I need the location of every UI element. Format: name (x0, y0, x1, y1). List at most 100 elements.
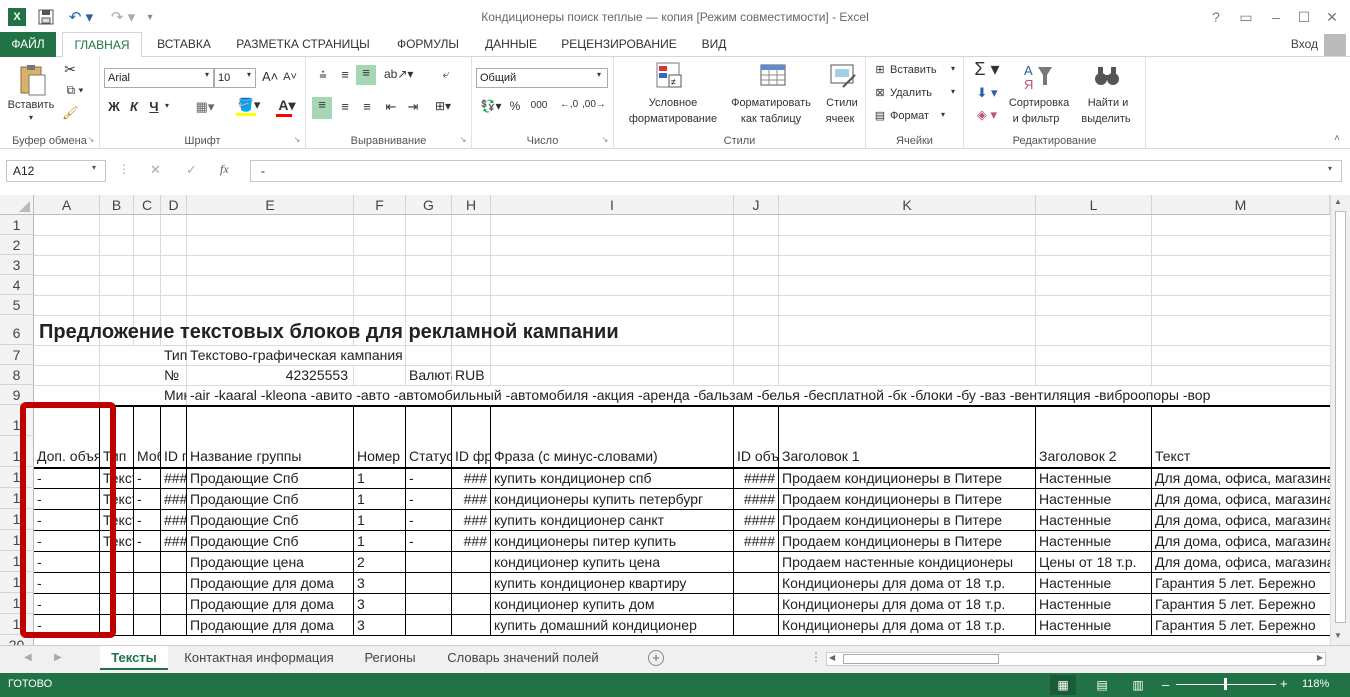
table-cell[interactable]: Настенные (1036, 573, 1151, 593)
wrap-text-icon[interactable]: ⤶ (434, 67, 458, 82)
table-cell[interactable]: 3 (354, 615, 405, 635)
table-cell[interactable]: - (134, 489, 160, 509)
align-center-icon[interactable]: ≡ (336, 99, 354, 114)
cell-e9[interactable]: -air -kaaral -kleona -авито -авто -автом… (187, 385, 1330, 405)
column-header-m[interactable]: M (1152, 195, 1330, 215)
column-header-f[interactable]: F (354, 195, 406, 215)
table-cell[interactable]: ### (161, 489, 186, 509)
vertical-scrollbar[interactable]: ▲ ▼ (1330, 195, 1350, 645)
paste-dropdown-icon[interactable]: ▾ (26, 113, 36, 122)
format-cells-button[interactable]: Формат (890, 110, 940, 122)
align-top-icon[interactable]: ⩮ (314, 67, 332, 83)
sheet-tab-dictionary[interactable]: Словарь значений полей (436, 646, 610, 670)
table-cell[interactable]: кондиционер купить цена (491, 552, 733, 572)
table-cell[interactable]: Продающие Спб (187, 489, 353, 509)
find-select-icon[interactable] (1092, 61, 1122, 91)
dialog-launcher-icon[interactable]: ↘ (86, 135, 96, 144)
table-cell[interactable]: ### (161, 468, 186, 488)
shrink-font-icon[interactable]: A˅ (282, 71, 298, 83)
align-right-icon[interactable]: ≡ (358, 99, 376, 114)
table-header-cell[interactable]: Название группы (187, 446, 353, 466)
increase-indent-icon[interactable]: ⇥ (404, 99, 422, 115)
format-as-table-label-1[interactable]: Форматировать (726, 97, 816, 109)
row-header[interactable]: 4 (0, 275, 34, 295)
autosum-icon[interactable]: Σ ▾ (972, 59, 1002, 80)
cell-styles-label-1[interactable]: Стили (820, 97, 864, 109)
table-cell[interactable]: - (406, 489, 451, 509)
sort-filter-button[interactable]: и фильтр (1004, 113, 1068, 125)
cancel-entry-icon[interactable]: ✕ (150, 162, 161, 178)
select-all-corner[interactable] (0, 195, 34, 215)
column-header-d[interactable]: D (161, 195, 187, 215)
table-cell[interactable]: Продаем настенные кондиционеры (779, 552, 1035, 572)
tab-review[interactable]: РЕЦЕНЗИРОВАНИЕ (556, 32, 682, 57)
find-select-button[interactable]: выделить (1076, 113, 1136, 125)
clear-icon[interactable]: ◈ ▾ (972, 107, 1002, 123)
sheet-tab-contacts[interactable]: Контактная информация (174, 646, 344, 670)
close-button[interactable]: ✕ (1320, 6, 1344, 28)
table-cell[interactable]: - (134, 510, 160, 530)
table-header-cell[interactable]: ID фразы (452, 446, 490, 466)
table-cell[interactable]: купить кондиционер санкт (491, 510, 733, 530)
table-cell[interactable]: ### (161, 531, 186, 551)
font-name-dropdown-icon[interactable]: ▾ (202, 70, 212, 79)
column-header-h[interactable]: H (452, 195, 491, 215)
scroll-sheets-right-icon[interactable]: ▶ (54, 652, 62, 663)
table-cell[interactable]: купить кондиционер спб (491, 468, 733, 488)
page-layout-view-icon[interactable]: ▤ (1092, 675, 1112, 695)
table-header-cell[interactable]: Номер (354, 446, 405, 466)
table-cell[interactable]: Продаем кондиционеры в Питере (779, 489, 1035, 509)
ribbon-display-icon[interactable]: ▭ (1234, 6, 1258, 28)
table-cell[interactable]: Продающие Спб (187, 510, 353, 530)
find-select-label-1[interactable]: Найти и (1076, 97, 1140, 109)
table-cell[interactable]: Продающие для дома (187, 573, 353, 593)
underline-dropdown-icon[interactable]: ▾ (162, 101, 172, 110)
table-cell[interactable]: #### (734, 489, 778, 509)
normal-view-icon[interactable]: ▦ (1050, 675, 1076, 695)
insert-cells-icon[interactable]: ⊞ (872, 63, 888, 76)
tab-file[interactable]: ФАЙЛ (0, 32, 56, 57)
cell-styles-button[interactable]: ячеек (818, 113, 862, 125)
table-cell[interactable]: #### (734, 531, 778, 551)
table-cell[interactable]: купить домашний кондиционер (491, 615, 733, 635)
name-box[interactable]: A12 (6, 160, 106, 182)
scroll-right-icon[interactable]: ▶ (1317, 653, 1323, 662)
grow-font-icon[interactable]: A˄ (262, 69, 278, 84)
sort-filter-label-1[interactable]: Сортировка (1002, 97, 1076, 109)
row-header[interactable]: 3 (0, 255, 34, 275)
name-box-dropdown-icon[interactable]: ▾ (92, 163, 96, 172)
table-cell[interactable]: купить кондиционер квартиру (491, 573, 733, 593)
conditional-formatting-button[interactable]: форматирование (618, 113, 728, 125)
table-cell[interactable]: Продаем кондиционеры в Питере (779, 531, 1035, 551)
table-header-cell[interactable]: ID группы (161, 446, 186, 466)
scroll-up-icon[interactable]: ▲ (1334, 197, 1342, 206)
currency-icon[interactable]: 💱▾ (478, 99, 504, 113)
table-cell[interactable]: ### (452, 510, 490, 530)
cut-icon[interactable]: ✂ (62, 61, 78, 78)
zoom-slider-thumb[interactable] (1224, 678, 1227, 690)
table-cell[interactable]: - (134, 468, 160, 488)
column-header-c[interactable]: C (134, 195, 161, 215)
sort-filter-icon[interactable]: АЯ (1022, 61, 1056, 92)
delete-cells-button[interactable]: Удалить (890, 87, 946, 99)
sign-in-link[interactable]: Вход (1291, 37, 1318, 51)
help-button[interactable]: ? (1204, 6, 1228, 28)
scroll-left-icon[interactable]: ◀ (829, 653, 835, 662)
decrease-decimal-icon[interactable]: ,00→ (582, 99, 606, 110)
table-cell[interactable]: кондиционеры купить петербург (491, 489, 733, 509)
table-cell[interactable]: ### (452, 468, 490, 488)
column-header-l[interactable]: L (1036, 195, 1152, 215)
table-cell[interactable]: Продаем кондиционеры в Питере (779, 510, 1035, 530)
align-bottom-icon[interactable]: ≡ (356, 65, 376, 85)
column-header-g[interactable]: G (406, 195, 452, 215)
table-cell[interactable]: Настенные (1036, 489, 1151, 509)
table-cell[interactable]: ### (452, 531, 490, 551)
number-format-box[interactable]: Общий (476, 68, 608, 88)
table-cell[interactable]: Кондиционеры для дома от 18 т.р. (779, 573, 1035, 593)
copy-icon[interactable]: ⧉ ▾ (60, 83, 90, 98)
row-header[interactable]: 6 (0, 315, 34, 345)
table-cell[interactable]: Для дома, офиса, магазина (1152, 489, 1330, 509)
delete-cells-icon[interactable]: ⊠ (872, 86, 888, 99)
percent-icon[interactable]: % (508, 99, 522, 113)
column-header-k[interactable]: K (779, 195, 1036, 215)
